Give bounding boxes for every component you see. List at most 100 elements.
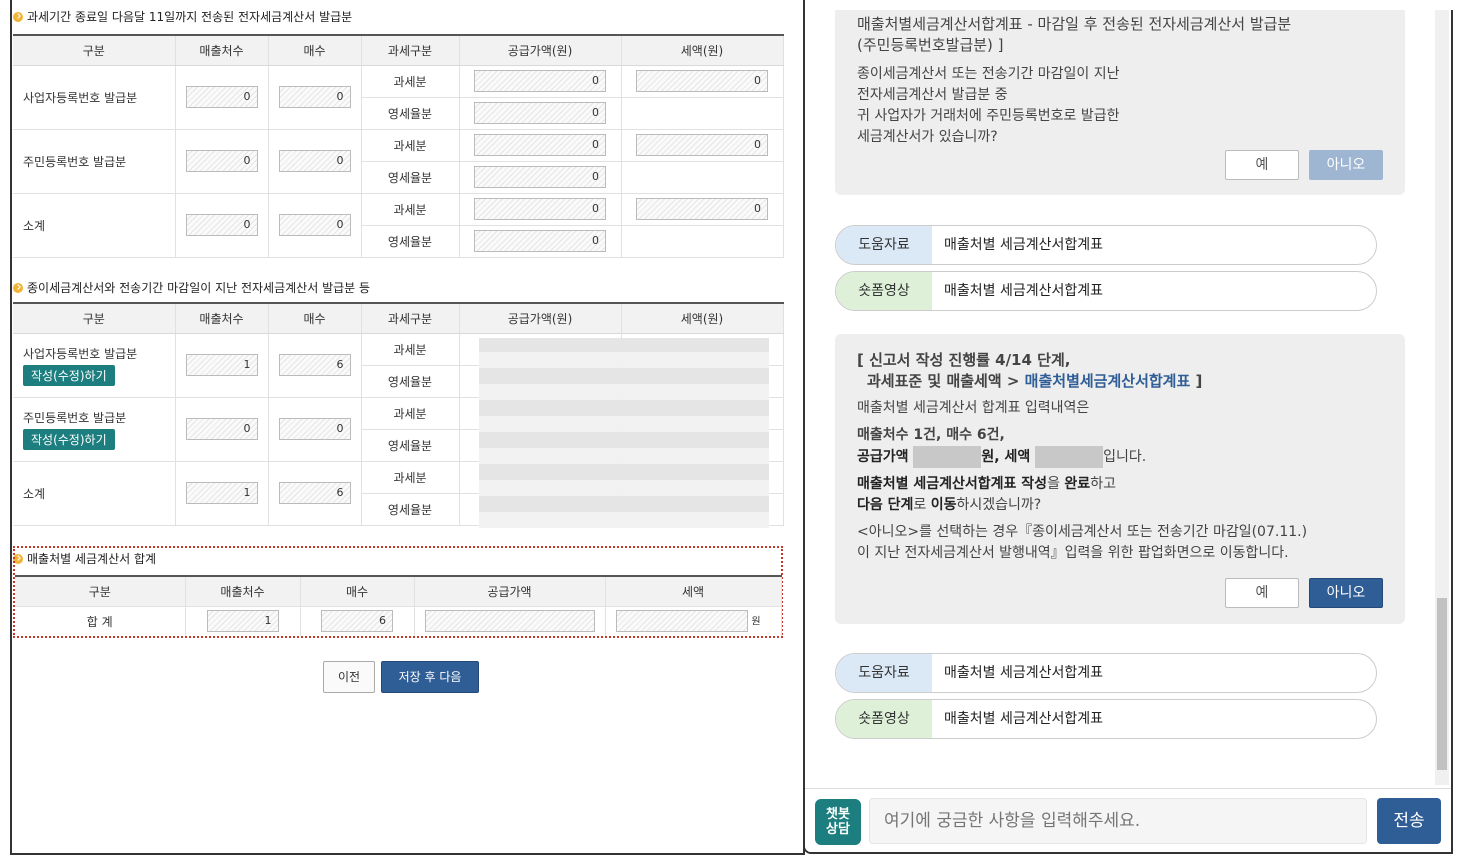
help-link-2[interactable]: 도움자료 매출처별 세금계산서합계표: [835, 653, 1377, 693]
zero-rate-label: 영세율분: [361, 97, 460, 130]
edit-resident-button[interactable]: 작성(수정)하기: [23, 428, 115, 450]
edit-biz-button[interactable]: 작성(수정)하기: [23, 364, 115, 386]
card-text: 과세표준 및 매출세액 > 매출처별세금계산서합계표 ]: [867, 372, 1203, 390]
chat-input-bar: 챗봇상담 전송: [805, 788, 1451, 852]
taxable-label: 과세분: [361, 461, 460, 494]
res-count-field: 0: [278, 150, 351, 172]
card-text: 공급가액 원, 세액 입니다.: [857, 446, 1383, 468]
res-count-field: 0: [278, 418, 351, 440]
th-tax: 세액(원): [621, 34, 784, 66]
card-text: 다음 단계로 이동하시겠습니까?: [857, 497, 1042, 513]
video-link-1[interactable]: 숏폼영상 매출처별 세금계산서합계표: [835, 271, 1377, 311]
send-button[interactable]: 전송: [1377, 798, 1441, 844]
res-customers-field: 0: [185, 418, 258, 440]
scroll-thumb[interactable]: [1437, 598, 1447, 770]
taxable-label: 과세분: [361, 65, 460, 98]
help-tag: 도움자료: [836, 226, 932, 264]
th-supply: 공급가액: [414, 575, 606, 606]
sub-count-field: 0: [278, 214, 351, 236]
chat-messages[interactable]: 매출처별세금계산서합계표 - 마감일 후 전송된 전자세금계산서 발급분 (주민…: [805, 10, 1451, 785]
summary-table-highlight: 구분 매출처수 매수 공급가액 세액 합 계 1 6 원: [13, 546, 783, 638]
zero-rate-label: 영세율분: [361, 161, 460, 194]
yes-button[interactable]: 예: [1225, 150, 1299, 180]
bullet-icon: [13, 11, 23, 22]
chatbot-icon[interactable]: 챗봇 상담: [815, 799, 861, 845]
res-supply-zero-field: 0: [474, 166, 606, 188]
section-title-1: 과세기간 종료일 다음달 11일까지 전송된 전자세금계산서 발급분: [13, 8, 352, 25]
card-text: 이 지난 전자세금계산서 발행내역』입력을 위한 팝업화면으로 이동합니다.: [857, 545, 1289, 561]
sub-customers-field: 1: [185, 482, 258, 504]
card-link[interactable]: 매출처별세금계산서합계표: [1025, 372, 1191, 390]
section-title-2: 종이세금계산서와 전송기간 마감일이 지난 전자세금계산서 발급분 등: [13, 279, 370, 296]
biz-count-field: 6: [278, 354, 351, 376]
th-tax: 세액(원): [621, 302, 784, 334]
chat-scrollbar[interactable]: [1435, 10, 1449, 785]
card-link[interactable]: (주민등록번호발급분) ]: [857, 35, 1383, 56]
video-text: 매출처별 세금계산서합계표: [944, 283, 1104, 299]
chat-input[interactable]: [869, 798, 1367, 844]
zero-rate-label: 영세율분: [361, 493, 460, 526]
summary-table: 구분 매출처수 매수 공급가액 세액 합 계 1 6 원: [15, 575, 782, 636]
biz-supply-taxable-field: 0: [474, 70, 606, 92]
bullet-icon: [13, 282, 23, 293]
zero-rate-label: 영세율분: [361, 429, 460, 462]
row-label-resident: 주민등록번호 발급분: [23, 410, 127, 425]
card-link[interactable]: 매출처별세금계산서합계표 - 마감일 후 전송된 전자세금계산서 발급분: [857, 14, 1383, 35]
no-button[interactable]: 아니오: [1309, 578, 1383, 608]
th-supply: 공급가액(원): [459, 34, 622, 66]
card-text: 매출처별 세금계산서합계표 작성을 완료하고: [857, 476, 1116, 492]
th-customers: 매출처수: [185, 575, 301, 606]
help-text: 매출처별 세금계산서합계표: [944, 665, 1104, 681]
th-tax-type: 과세구분: [361, 34, 460, 66]
no-button[interactable]: 아니오: [1309, 150, 1383, 180]
chat-card-resident: 매출처별세금계산서합계표 - 마감일 후 전송된 전자세금계산서 발급분 (주민…: [835, 10, 1405, 195]
res-customers-field: 0: [185, 150, 258, 172]
prev-button[interactable]: 이전: [323, 661, 375, 693]
total-customers-field: 1: [206, 610, 279, 633]
row-label-biz: 사업자등록번호 발급분: [23, 346, 138, 361]
sub-supply-taxable-field: 0: [474, 198, 606, 220]
zero-rate-label: 영세율분: [361, 365, 460, 398]
yes-button[interactable]: 예: [1225, 578, 1299, 608]
card-text: 매출처별 세금계산서 합계표 입력내역은: [857, 400, 1090, 416]
th-gubun: 구분: [13, 34, 176, 66]
biz-count-field: 0: [278, 86, 351, 108]
help-link-1[interactable]: 도움자료 매출처별 세금계산서합계표: [835, 225, 1377, 265]
redacted-value: [1035, 446, 1104, 468]
total-supply-field: [424, 610, 595, 633]
redacted-value: [913, 446, 982, 468]
video-tag: 숏폼영상: [836, 272, 932, 310]
card-text: 전자세금계산서 발급분 중: [857, 87, 1008, 103]
card-text: [ 신고서 작성 진행률 4/14 단계,: [857, 351, 1071, 369]
biz-tax-field: 0: [636, 70, 768, 92]
card-text: 세금계산서가 있습니까?: [857, 129, 998, 145]
th-customers: 매출처수: [175, 34, 269, 66]
video-text: 매출처별 세금계산서합계표: [944, 711, 1104, 727]
save-next-button[interactable]: 저장 후 다음: [381, 661, 479, 693]
total-tax-field: [615, 610, 748, 633]
card-text: <아니오>를 선택하는 경우『종이세금계산서 또는 전송기간 마감일(07.11…: [857, 524, 1308, 540]
row-label-subtotal: 소계: [13, 193, 176, 258]
page: 과세기간 종료일 다음달 11일까지 전송된 전자세금계산서 발급분 구분 매출…: [0, 0, 1463, 861]
th-count: 매수: [268, 34, 362, 66]
taxable-label: 과세분: [361, 397, 460, 430]
res-tax-field: 0: [636, 134, 768, 156]
row-label-biz: 사업자등록번호 발급분: [13, 65, 176, 130]
sub-count-field: 6: [278, 482, 351, 504]
table-row: 주민등록번호 발급분 0 0 과세분 0 0: [13, 129, 784, 194]
th-tax-type: 과세구분: [361, 302, 460, 334]
sub-tax-field: 0: [636, 198, 768, 220]
help-tag: 도움자료: [836, 654, 932, 692]
redacted-amounts: [479, 338, 769, 528]
th-tax: 세액: [605, 575, 782, 606]
sub-supply-zero-field: 0: [474, 230, 606, 252]
taxable-label: 과세분: [361, 333, 460, 366]
zero-rate-label: 영세율분: [361, 225, 460, 258]
tax-form-panel: 과세기간 종료일 다음달 11일까지 전송된 전자세금계산서 발급분 구분 매출…: [10, 0, 805, 855]
video-link-2[interactable]: 숏폼영상 매출처별 세금계산서합계표: [835, 699, 1377, 739]
total-count-field: 6: [321, 610, 393, 633]
th-gubun: 구분: [13, 302, 176, 334]
biz-customers-field: 1: [185, 354, 258, 376]
th-supply: 공급가액(원): [459, 302, 622, 334]
help-text: 매출처별 세금계산서합계표: [944, 237, 1104, 253]
